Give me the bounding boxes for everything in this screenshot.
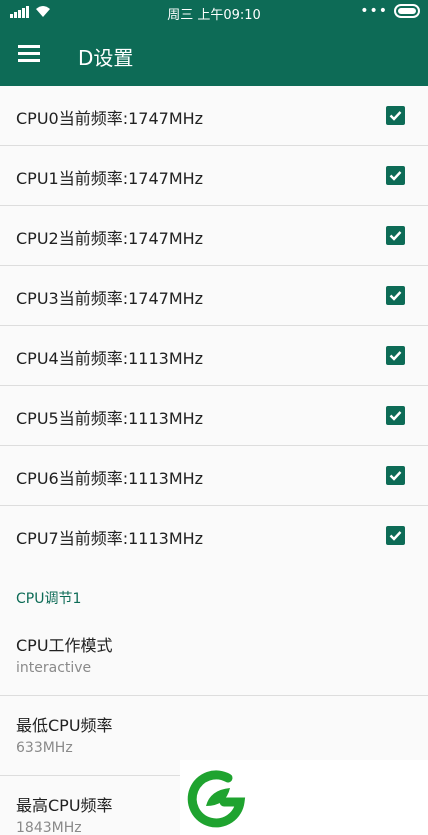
checkbox-checked-icon[interactable] <box>386 106 405 125</box>
pref-title: CPU工作模式 <box>16 636 113 655</box>
checkbox-checked-icon[interactable] <box>386 406 405 425</box>
checkbox-checked-icon[interactable] <box>386 166 405 185</box>
pref-summary: 633MHz <box>16 740 73 756</box>
cpu-item-2[interactable]: CPU2当前频率:1747MHz <box>0 206 428 266</box>
cpu-item-7[interactable]: CPU7当前频率:1113MHz <box>0 506 428 566</box>
app-bar: D设置 <box>0 24 428 86</box>
cpu-label: CPU2当前频率:1747MHz <box>16 229 204 248</box>
pref-summary: interactive <box>16 660 92 676</box>
checkbox-checked-icon[interactable] <box>386 526 405 545</box>
cpu-label: CPU5当前频率:1113MHz <box>16 409 204 428</box>
cpu-item-5[interactable]: CPU5当前频率:1113MHz <box>0 386 428 446</box>
cpu-item-4[interactable]: CPU4当前频率:1113MHz <box>0 326 428 386</box>
pref-summary: 1843MHz <box>16 820 82 835</box>
cpu-label: CPU6当前频率:1113MHz <box>16 469 204 488</box>
pref-title: 最高CPU频率 <box>16 796 113 815</box>
leaf-logo-icon <box>187 770 246 828</box>
checkbox-checked-icon[interactable] <box>386 346 405 365</box>
checkbox-checked-icon[interactable] <box>386 466 405 485</box>
cpu-item-6[interactable]: CPU6当前频率:1113MHz <box>0 446 428 506</box>
pref-title: 最低CPU频率 <box>16 716 113 735</box>
cpu-label: CPU0当前频率:1747MHz <box>16 109 204 128</box>
cpu-label: CPU7当前频率:1113MHz <box>16 529 204 548</box>
cpu-label: CPU3当前频率:1747MHz <box>16 289 204 308</box>
cpu-item-3[interactable]: CPU3当前频率:1747MHz <box>0 266 428 326</box>
watermark-logo <box>180 760 428 835</box>
checkbox-checked-icon[interactable] <box>386 286 405 305</box>
settings-list: CPU0当前频率:1747MHz CPU1当前频率:1747MHz CPU2当前… <box>0 86 428 835</box>
checkbox-checked-icon[interactable] <box>386 226 405 245</box>
page-title: D设置 <box>78 46 134 70</box>
menu-icon[interactable] <box>18 45 40 63</box>
cpu-item-1[interactable]: CPU1当前频率:1747MHz <box>0 146 428 206</box>
more-dots-icon: ••• <box>360 3 388 19</box>
section-header: CPU调节1 <box>16 591 82 607</box>
cpu-label: CPU4当前频率:1113MHz <box>16 349 204 368</box>
cpu-item-0[interactable]: CPU0当前频率:1747MHz <box>0 86 428 146</box>
cpu-label: CPU1当前频率:1747MHz <box>16 169 204 188</box>
status-bar: 周三 上午09:10 ••• <box>0 0 428 24</box>
status-right: ••• <box>360 3 420 19</box>
pref-cpu-governor[interactable]: CPU工作模式 interactive <box>0 616 428 696</box>
battery-icon <box>394 4 420 18</box>
